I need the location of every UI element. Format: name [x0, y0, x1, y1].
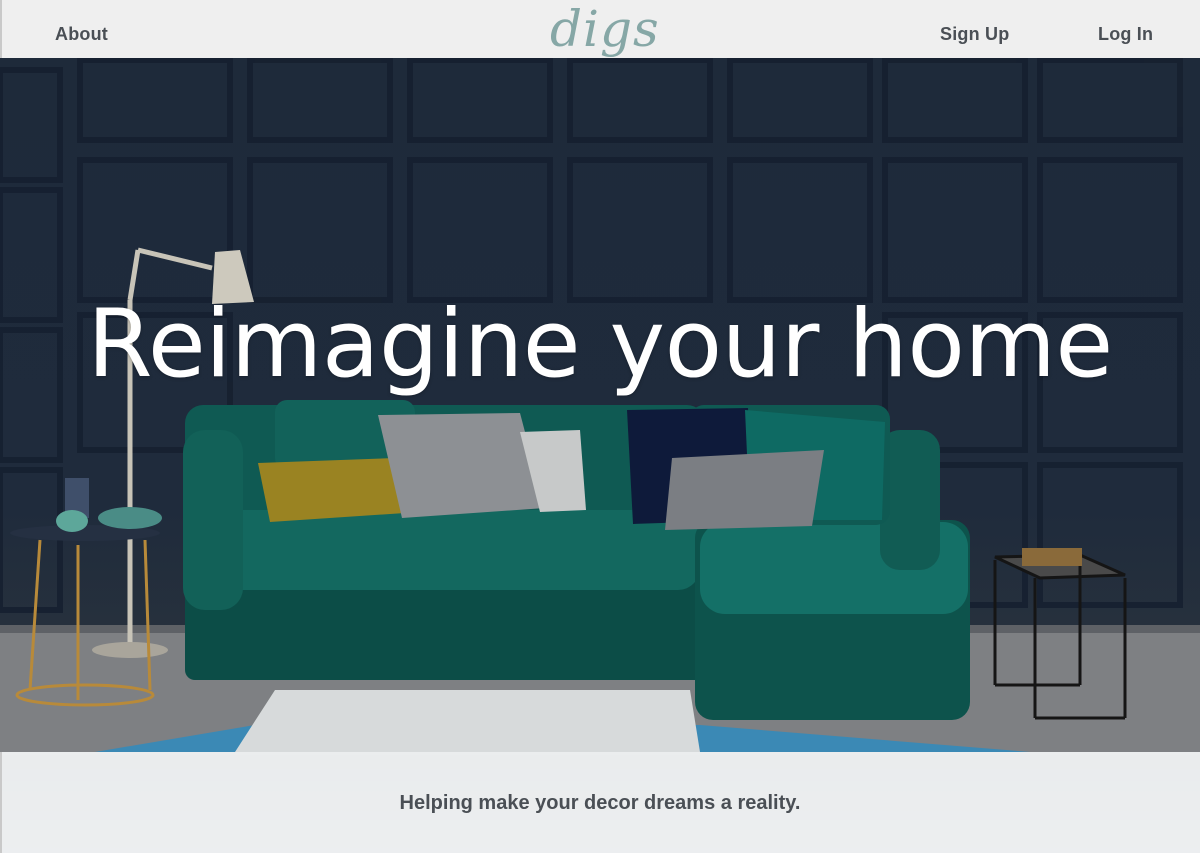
hero-section	[0, 0, 1200, 853]
about-link[interactable]: About	[55, 24, 108, 45]
hero-headline: Reimagine your home	[87, 290, 1113, 399]
log-in-link[interactable]: Log In	[1098, 24, 1153, 45]
digs-logo[interactable]: digs	[550, 0, 660, 58]
sign-up-link[interactable]: Sign Up	[940, 24, 1009, 45]
tagline: Helping make your decor dreams a reality…	[399, 792, 801, 814]
white-rug	[235, 690, 700, 752]
top-navbar: About digs Sign Up Log In	[0, 0, 1200, 58]
hero-background-image	[0, 57, 1200, 755]
